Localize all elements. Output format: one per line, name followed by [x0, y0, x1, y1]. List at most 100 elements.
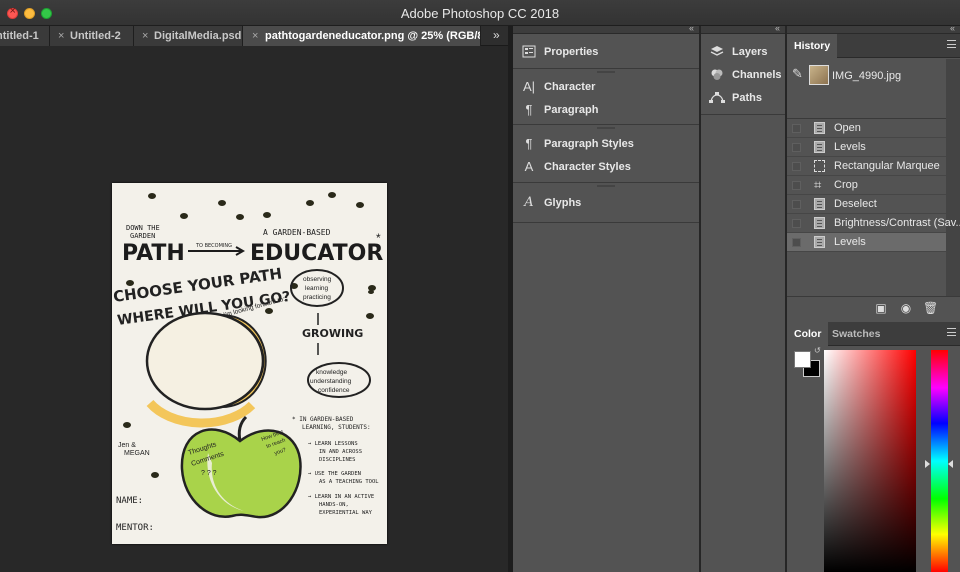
history-state-row[interactable]: Deselect	[787, 195, 946, 214]
history-state-row[interactable]: ⌗ Crop	[787, 176, 946, 195]
panel-menu-icon[interactable]	[947, 328, 956, 336]
history-state-row[interactable]: Rectangular Marquee	[787, 157, 946, 176]
snapshot-label: IMG_4990.jpg	[832, 70, 902, 82]
hue-slider-left-arrow-icon[interactable]	[925, 460, 930, 468]
history-panel-tabs: History	[787, 34, 960, 58]
tab-color[interactable]: Color	[787, 322, 829, 346]
poster-text: LEARNING, STUDENTS:	[302, 424, 371, 431]
tab-digitalmedia[interactable]: × DigitalMedia.psd	[134, 26, 243, 46]
trash-icon[interactable]: 🗑	[923, 301, 938, 315]
poster-text: GARDEN	[130, 232, 155, 240]
properties-icon	[521, 45, 537, 59]
close-tab-icon[interactable]: ×	[142, 26, 148, 46]
poster-text: understanding	[310, 378, 352, 385]
poster-text: A GARDEN-BASED	[263, 228, 331, 237]
panel-group-type: A| Character ¶ Paragraph	[513, 69, 699, 125]
tab-untitled-2[interactable]: × Untitled-2	[50, 26, 134, 46]
history-panel-column: ‹‹ History ✎ IMG_4990.jpg ▣ ◉ 🗑 Color Sw…	[787, 23, 960, 572]
history-state-row[interactable]: Levels	[787, 233, 946, 252]
panel-item-label: Layers	[732, 46, 768, 58]
panel-grip[interactable]	[597, 185, 615, 187]
color-spectrum[interactable]	[824, 350, 916, 572]
history-source-checkbox[interactable]	[792, 124, 801, 133]
tab-overflow-icon[interactable]: »	[493, 26, 500, 44]
hue-slider-right-arrow-icon[interactable]	[948, 460, 953, 468]
collapse-column-icon[interactable]: ‹‹	[689, 23, 694, 33]
poster-text: GROWING	[302, 327, 363, 340]
poster-artwork: DOWN THE GARDEN PATH TO BECOMING A GARDE…	[112, 192, 383, 533]
foreground-color-swatch[interactable]	[794, 351, 811, 368]
history-state-label: Rectangular Marquee	[834, 160, 940, 172]
panel-grip[interactable]	[597, 127, 615, 129]
color-panel-body: ↺	[787, 346, 960, 572]
close-tab-icon[interactable]: ×	[252, 26, 258, 46]
paths-icon	[709, 91, 725, 105]
document-icon	[814, 141, 825, 153]
panel-item-label: Channels	[732, 69, 782, 81]
poster-text: AS A TEACHING TOOL	[319, 479, 379, 485]
panel-item-label: Paths	[732, 92, 762, 104]
history-state-label: Crop	[834, 179, 858, 191]
tab-pathtogardeneducator[interactable]: × pathtogardeneducator.png @ 25% (RGB/8)…	[243, 26, 481, 46]
document-icon	[814, 122, 825, 134]
tab-untitled-1[interactable]: ntitled-1	[0, 26, 50, 46]
history-state-label: Levels	[834, 236, 866, 248]
poster-text: DOWN THE	[126, 224, 160, 232]
history-source-checkbox[interactable]	[792, 200, 801, 209]
history-source-checkbox[interactable]	[792, 238, 801, 247]
properties-panel-column: ‹‹ Properties A| Character ¶ Paragraph ¶…	[513, 23, 699, 572]
close-tab-icon[interactable]: ×	[58, 26, 64, 46]
new-document-from-state-icon[interactable]: ▣	[874, 301, 888, 315]
collapse-column-icon[interactable]: ‹‹	[775, 23, 780, 33]
history-state-row[interactable]: Open	[787, 119, 946, 138]
history-state-row[interactable]: Levels	[787, 138, 946, 157]
poster-text: → LEARN LESSONS	[308, 441, 358, 447]
history-snapshot[interactable]: ✎ IMG_4990.jpg	[787, 59, 946, 119]
history-source-checkbox[interactable]	[792, 143, 801, 152]
paragraph-icon: ¶	[525, 102, 533, 117]
panel-column-header: ‹‹	[787, 23, 960, 34]
panel-column-empty	[701, 115, 785, 572]
history-state-label: Levels	[834, 141, 866, 153]
poster-text: *	[376, 231, 381, 245]
document-canvas[interactable]: DOWN THE GARDEN PATH TO BECOMING A GARDE…	[0, 46, 508, 572]
panel-item-label: Paragraph	[544, 104, 599, 116]
collapse-column-icon[interactable]: ‹‹	[950, 23, 955, 33]
poster-text: learning	[305, 285, 329, 292]
history-brush-source-icon[interactable]: ✎	[792, 66, 803, 82]
poster-text: ? ? ?	[201, 470, 217, 477]
paragraph-styles-icon: ¶	[525, 136, 533, 151]
poster-text: TO BECOMING	[195, 243, 232, 249]
poster-text: → USE THE GARDEN	[308, 471, 361, 477]
swap-colors-icon[interactable]: ↺	[814, 346, 821, 355]
history-source-checkbox[interactable]	[792, 181, 801, 190]
history-source-checkbox[interactable]	[792, 219, 801, 228]
history-source-checkbox[interactable]	[792, 162, 801, 171]
history-state-row[interactable]: Brightness/Contrast (Sav...	[787, 214, 960, 233]
character-icon: A|	[522, 79, 536, 94]
tab-history[interactable]: History	[787, 34, 838, 58]
poster-text: confidence	[318, 387, 350, 394]
history-scrollbar[interactable]	[946, 59, 960, 321]
poster-text: PATH	[122, 241, 185, 266]
panel-item-label: Character	[544, 81, 596, 93]
glyphs-icon: A	[524, 195, 534, 210]
camera-icon[interactable]: ◉	[899, 301, 913, 315]
channels-icon	[709, 68, 725, 82]
panel-grip[interactable]	[597, 71, 615, 73]
crop-icon: ⌗	[814, 177, 822, 192]
poster-text: HANDS-ON,	[319, 502, 349, 508]
hue-slider[interactable]	[931, 350, 948, 572]
poster-text: * IN GARDEN-BASED	[292, 416, 354, 423]
panel-menu-icon[interactable]	[947, 40, 956, 48]
poster-text: MEGAN	[124, 450, 150, 457]
tab-swatches[interactable]: Swatches	[825, 322, 887, 346]
poster-text: → LEARN IN AN ACTIVE	[308, 494, 374, 500]
title-bar: Adobe Photoshop CC 2018	[0, 0, 960, 26]
poster-text: EDUCATOR	[250, 241, 383, 266]
panel-item-label: Paragraph Styles	[544, 138, 634, 150]
tab-label: DigitalMedia.psd	[154, 30, 242, 42]
panel-column-header: ‹‹	[513, 23, 699, 34]
panel-item-label: Glyphs	[544, 197, 582, 209]
panel-item-label: Character Styles	[544, 161, 631, 173]
